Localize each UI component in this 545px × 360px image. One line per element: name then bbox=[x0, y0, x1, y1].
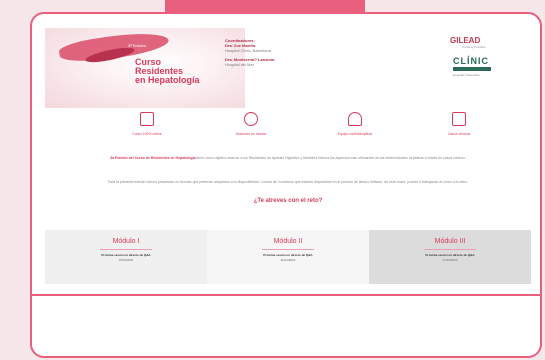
course-title: Curso Residentes en Hepatología bbox=[135, 58, 200, 85]
module-3-title: Módulo III bbox=[434, 238, 466, 245]
module-1-next-session: Próxima sesión en directo de Q&A bbox=[101, 253, 151, 257]
clinic-logo: CLÍNIC bbox=[453, 56, 489, 66]
coordinators-block: Coordinadores: Dra. Zoe Mariño. Hospital… bbox=[225, 38, 375, 67]
gilead-logo: GILEAD bbox=[450, 36, 481, 45]
module-2-next-session: Próxima sesión en directo de Q&A bbox=[263, 253, 313, 257]
feature-icons-row: Curso 100% online Sesiones en directo Eq… bbox=[45, 112, 531, 152]
intro-text: tiene como objetivo acercar a los Reside… bbox=[195, 156, 466, 160]
module-card-1[interactable]: Módulo I Próxima sesión en directo de Q&… bbox=[45, 230, 207, 284]
webpage-screenshot: 3ª Edición Curso Residentes en Hepatolog… bbox=[45, 28, 531, 284]
network-icon bbox=[244, 112, 258, 126]
feature-team-label: Equipo multidisciplinar bbox=[337, 132, 373, 136]
section-divider bbox=[31, 294, 541, 296]
feature-live-label: Sesiones en directo bbox=[235, 132, 267, 136]
course-title-line3: en Hepatología bbox=[135, 75, 200, 85]
edition-label: 3ª Edición bbox=[128, 43, 146, 48]
intro-bold: 3a Edición del Curso de Residentes en He… bbox=[110, 156, 196, 160]
module-card-2[interactable]: Módulo II Próxima sesión en directo de Q… bbox=[207, 230, 369, 284]
clinic-logo-bar bbox=[453, 67, 491, 71]
feature-online: Curso 100% online bbox=[107, 112, 187, 136]
challenge-link[interactable]: ¿Te atreves con el reto? bbox=[45, 198, 531, 204]
team-icon bbox=[348, 112, 362, 126]
hero-banner: 3ª Edición Curso Residentes en Hepatolog… bbox=[45, 28, 245, 108]
module-2-title: Módulo II bbox=[273, 238, 303, 245]
clipboard-icon bbox=[452, 112, 466, 126]
feature-live: Sesiones en directo bbox=[211, 112, 291, 136]
feature-cases-label: Casos clínicos bbox=[447, 132, 471, 136]
clinic-subtitle: Hospital Universitari bbox=[453, 73, 480, 77]
module-1-divider bbox=[100, 249, 152, 250]
module-3-divider bbox=[424, 249, 476, 250]
feature-online-label: Curso 100% online bbox=[132, 132, 162, 136]
course-header: 3ª Edición Curso Residentes en Hepatolog… bbox=[45, 28, 531, 110]
feature-cases: Casos clínicos bbox=[419, 112, 499, 136]
feature-team: Equipo multidisciplinar bbox=[315, 112, 395, 136]
coordinator-2-affiliation: Hospital del Mar bbox=[225, 62, 254, 67]
module-3-next-session: Próxima sesión en directo de Q&A bbox=[425, 253, 475, 257]
module-card-3[interactable]: Módulo III Próxima sesión en directo de … bbox=[369, 230, 531, 284]
monitor-icon bbox=[140, 112, 154, 126]
modules-row: Módulo I Próxima sesión en directo de Q&… bbox=[45, 230, 531, 284]
intro-paragraph-1: 3a Edición del Curso de Residentes en He… bbox=[95, 156, 481, 161]
module-2-date: 11/01/2022 bbox=[280, 258, 296, 262]
module-1-date: 15/10/2021 bbox=[118, 258, 134, 262]
module-2-divider bbox=[262, 249, 314, 250]
module-1-title: Módulo I bbox=[112, 238, 140, 245]
intro-paragraph-2: Para la presente edición hemos preparado… bbox=[107, 180, 469, 184]
gilead-tagline: Creating Possible bbox=[462, 45, 486, 49]
module-3-date: 17/03/2022 bbox=[442, 258, 458, 262]
